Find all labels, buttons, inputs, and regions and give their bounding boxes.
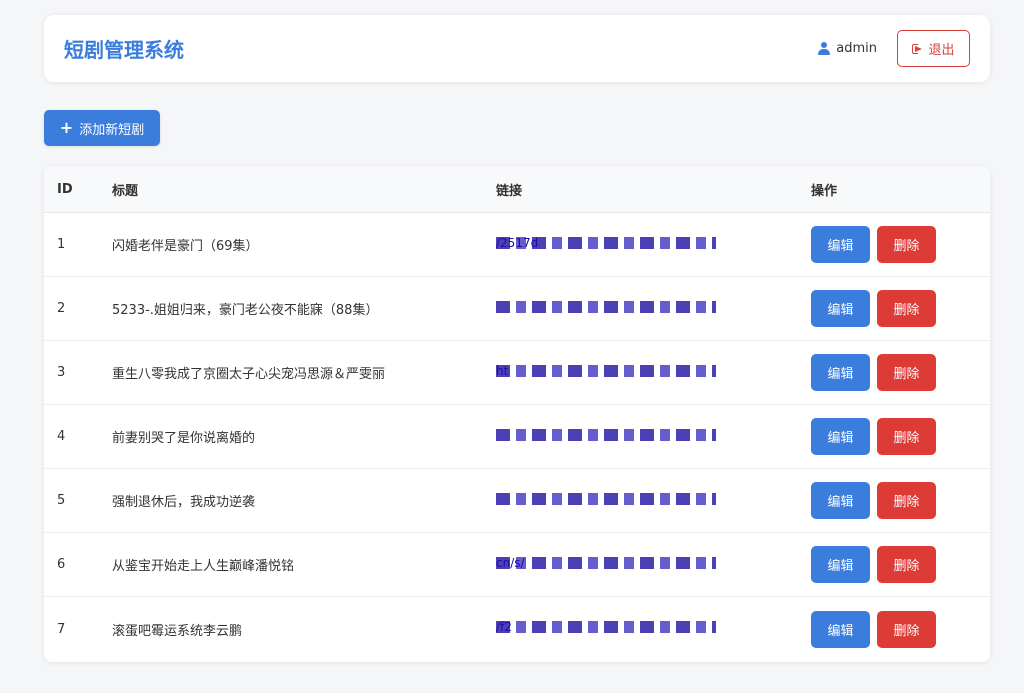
link-text[interactable]: ht <box>496 363 716 379</box>
table-header: ID 标题 链接 操作 <box>44 166 990 213</box>
row-link[interactable]: /f2 <box>496 620 716 637</box>
col-title: 标题 <box>112 183 139 199</box>
current-user: admin <box>818 41 877 56</box>
redacted-link <box>496 364 716 377</box>
drama-table: ID 标题 链接 操作 1 闪婚老伴是豪门（69集） /2517d 编辑 删除 … <box>44 166 990 662</box>
row-id: 6 <box>57 557 66 572</box>
row-title: 重生八零我成了京圈太子心尖宠冯思源＆严雯丽 <box>112 367 386 382</box>
row-link[interactable] <box>496 428 716 445</box>
logout-icon <box>912 43 923 54</box>
row-actions: 编辑 删除 <box>811 290 936 327</box>
row-actions: 编辑 删除 <box>811 354 936 391</box>
row-id: 5 <box>57 493 66 508</box>
delete-button[interactable]: 删除 <box>877 482 936 519</box>
row-title: 从鉴宝开始走上人生巅峰潘悦铭 <box>112 559 295 574</box>
row-link[interactable]: /2517d <box>496 235 716 253</box>
row-link[interactable]: cn/s/ <box>496 555 716 573</box>
logout-label: 退出 <box>928 43 955 58</box>
edit-button[interactable]: 编辑 <box>811 354 870 391</box>
delete-button[interactable]: 删除 <box>877 418 936 455</box>
username: admin <box>836 41 877 56</box>
link-text[interactable]: /2517d <box>496 235 716 251</box>
link-visible-fragment: cn/s/ <box>496 555 525 570</box>
row-actions: 编辑 删除 <box>811 482 936 519</box>
edit-button[interactable]: 编辑 <box>811 418 870 455</box>
edit-button[interactable]: 编辑 <box>811 226 870 263</box>
row-link[interactable] <box>496 300 716 317</box>
link-text[interactable]: /f2 <box>496 620 716 635</box>
row-title: 闪婚老伴是豪门（69集） <box>112 239 259 254</box>
row-title: 强制退休后，我成功逆袭 <box>112 495 256 510</box>
link-visible-fragment: /2517d <box>496 235 539 250</box>
row-actions: 编辑 删除 <box>811 546 936 583</box>
delete-button[interactable]: 删除 <box>877 226 936 263</box>
row-link[interactable]: ht <box>496 363 716 381</box>
table-row: 4 前妻别哭了是你说离婚的 编辑 删除 <box>44 405 990 469</box>
link-text[interactable] <box>496 300 716 315</box>
plus-icon: + <box>59 118 74 137</box>
app-title: 短剧管理系统 <box>64 38 184 62</box>
link-text[interactable]: cn/s/ <box>496 555 716 571</box>
row-id: 4 <box>57 429 66 444</box>
table-row: 2 5233-.姐姐归来，豪门老公夜不能寐（88集） 编辑 删除 <box>44 277 990 341</box>
edit-button[interactable]: 编辑 <box>811 482 870 519</box>
app-header: 短剧管理系统 admin 退出 <box>44 15 990 82</box>
col-link: 链接 <box>496 183 523 199</box>
table-row: 7 滚蛋吧霉运系统李云鹏 /f2 编辑 删除 <box>44 597 990 661</box>
user-icon <box>818 42 831 55</box>
table-row: 1 闪婚老伴是豪门（69集） /2517d 编辑 删除 <box>44 213 990 277</box>
logout-button[interactable]: 退出 <box>897 30 970 67</box>
row-id: 7 <box>57 621 66 637</box>
redacted-link <box>496 428 716 441</box>
redacted-link <box>496 300 716 313</box>
link-visible-fragment: /f2 <box>496 620 512 634</box>
edit-button[interactable]: 编辑 <box>811 290 870 327</box>
link-visible-fragment: ht <box>496 363 509 378</box>
col-actions: 操作 <box>811 183 838 199</box>
table-body: 1 闪婚老伴是豪门（69集） /2517d 编辑 删除 2 5233-.姐姐归来… <box>44 213 990 661</box>
delete-button[interactable]: 删除 <box>877 290 936 327</box>
header-actions: admin 退出 <box>818 30 970 67</box>
redacted-link <box>496 492 716 505</box>
row-title: 滚蛋吧霉运系统李云鹏 <box>112 623 243 639</box>
row-actions: 编辑 删除 <box>811 610 936 648</box>
row-title: 前妻别哭了是你说离婚的 <box>112 431 256 446</box>
link-text[interactable] <box>496 492 716 507</box>
row-actions: 编辑 删除 <box>811 226 936 263</box>
link-text[interactable] <box>496 428 716 443</box>
row-title: 5233-.姐姐归来，豪门老公夜不能寐（88集） <box>112 303 379 318</box>
delete-button[interactable]: 删除 <box>877 546 936 583</box>
redacted-link <box>496 556 716 569</box>
row-id: 1 <box>57 237 66 252</box>
edit-button[interactable]: 编辑 <box>811 610 870 648</box>
delete-button[interactable]: 删除 <box>877 610 936 648</box>
table-row: 3 重生八零我成了京圈太子心尖宠冯思源＆严雯丽 ht 编辑 删除 <box>44 341 990 405</box>
row-link[interactable] <box>496 492 716 509</box>
add-drama-label: 添加新短剧 <box>79 122 145 138</box>
redacted-link <box>496 621 716 633</box>
row-id: 2 <box>57 301 66 316</box>
edit-button[interactable]: 编辑 <box>811 546 870 583</box>
table-row: 5 强制退休后，我成功逆袭 编辑 删除 <box>44 469 990 533</box>
add-drama-button[interactable]: + 添加新短剧 <box>44 110 160 146</box>
delete-button[interactable]: 删除 <box>877 354 936 391</box>
table-row: 6 从鉴宝开始走上人生巅峰潘悦铭 cn/s/ 编辑 删除 <box>44 533 990 597</box>
row-id: 3 <box>57 365 66 380</box>
row-actions: 编辑 删除 <box>811 418 936 455</box>
col-id: ID <box>57 181 73 197</box>
